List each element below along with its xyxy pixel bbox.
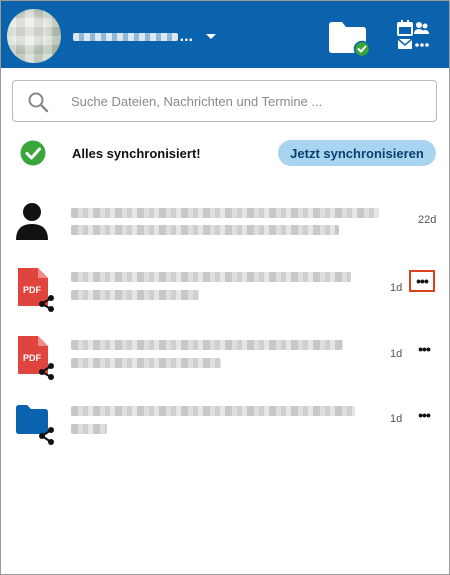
more-dots-icon: ••• [416, 273, 429, 289]
more-options-button[interactable]: ••• [409, 270, 435, 292]
check-circle-icon [20, 140, 46, 166]
activity-time: 22d [418, 214, 437, 226]
sync-status-text: Alles synchronisiert! [72, 146, 201, 161]
activity-text-redacted [71, 208, 379, 218]
folder-synced-icon [329, 22, 371, 58]
account-name-ellipsis: ... [179, 28, 193, 45]
pdf-label: PDF [23, 285, 42, 295]
avatar[interactable] [7, 9, 61, 63]
activity-text-redacted [71, 406, 355, 416]
account-name-redacted [73, 33, 178, 41]
apps-calendar-talk-mail-icon [397, 20, 429, 49]
list-item[interactable]: 22d [1, 195, 449, 255]
activity-time: 1d [390, 282, 403, 294]
list-item[interactable]: PDF 1d ••• [1, 330, 449, 390]
search-icon [28, 92, 49, 113]
list-item[interactable]: 1d ••• [1, 396, 449, 456]
open-folder-button[interactable] [327, 19, 371, 58]
activity-text-redacted [71, 358, 221, 368]
search-box [12, 80, 437, 122]
pdf-label: PDF [23, 353, 42, 363]
list-item[interactable]: PDF 1d ••• [1, 262, 449, 322]
more-options-button[interactable]: ••• [411, 338, 437, 360]
user-icon [16, 203, 48, 240]
activity-time: 1d [390, 348, 403, 360]
sync-now-button[interactable]: Jetzt synchronisieren [278, 140, 436, 166]
search-input[interactable] [71, 82, 427, 120]
more-dots-icon: ••• [418, 341, 431, 357]
activity-text-redacted [71, 290, 199, 300]
more-options-button[interactable]: ••• [411, 404, 437, 426]
activity-text-redacted [71, 340, 343, 350]
chevron-down-icon[interactable] [204, 32, 218, 42]
pdf-share-icon: PDF [18, 336, 54, 380]
activity-time: 1d [390, 413, 403, 425]
pdf-share-icon: PDF [18, 268, 54, 312]
apps-menu-button[interactable] [393, 19, 433, 53]
more-dots-icon: ••• [418, 407, 431, 423]
activity-text-redacted [71, 225, 339, 235]
activity-text-redacted [71, 424, 107, 434]
folder-share-icon [16, 405, 54, 445]
activity-text-redacted [71, 272, 351, 282]
header-bar: ... [1, 1, 449, 68]
account-switcher[interactable]: ... [73, 28, 193, 45]
